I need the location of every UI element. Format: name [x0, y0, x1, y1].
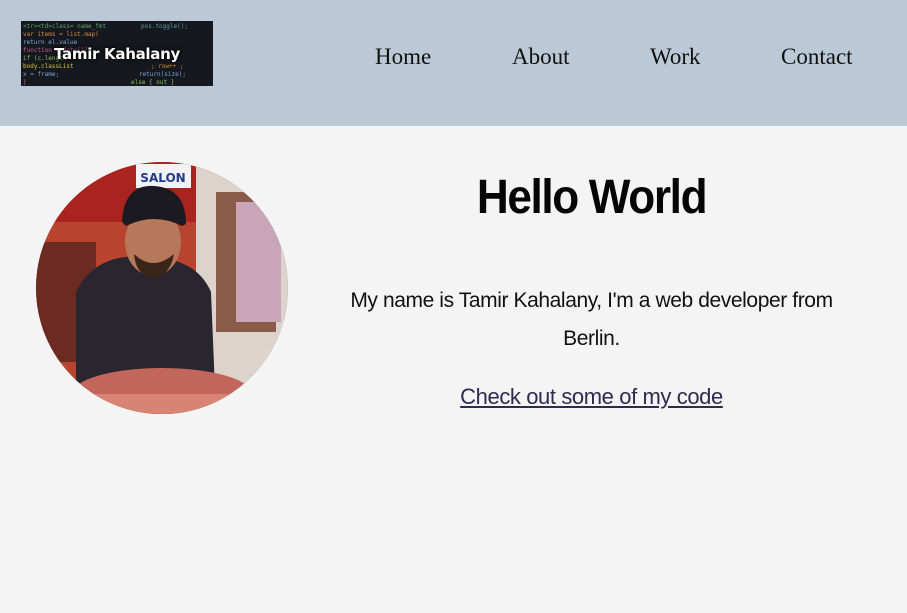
hero-intro-text: My name is Tamir Kahalany, I'm a web dev… — [350, 289, 833, 350]
nav-about-link[interactable]: About — [512, 44, 570, 76]
code-link[interactable]: Check out some of my code — [340, 384, 843, 410]
nav-home-link[interactable]: Home — [375, 44, 431, 76]
nav-contact-link[interactable]: Contact — [781, 44, 853, 76]
hero-title: Hello World — [476, 171, 708, 224]
nav-work-link[interactable]: Work — [650, 44, 701, 76]
logo-title: Tamir Kahalany — [54, 44, 180, 63]
salon-sign-text: SALON — [140, 171, 185, 185]
profile-photo: SALON — [36, 162, 288, 414]
site-logo[interactable]: <tr><td>class= name_fmt var items = list… — [21, 21, 213, 86]
site-header: <tr><td>class= name_fmt var items = list… — [0, 0, 907, 126]
